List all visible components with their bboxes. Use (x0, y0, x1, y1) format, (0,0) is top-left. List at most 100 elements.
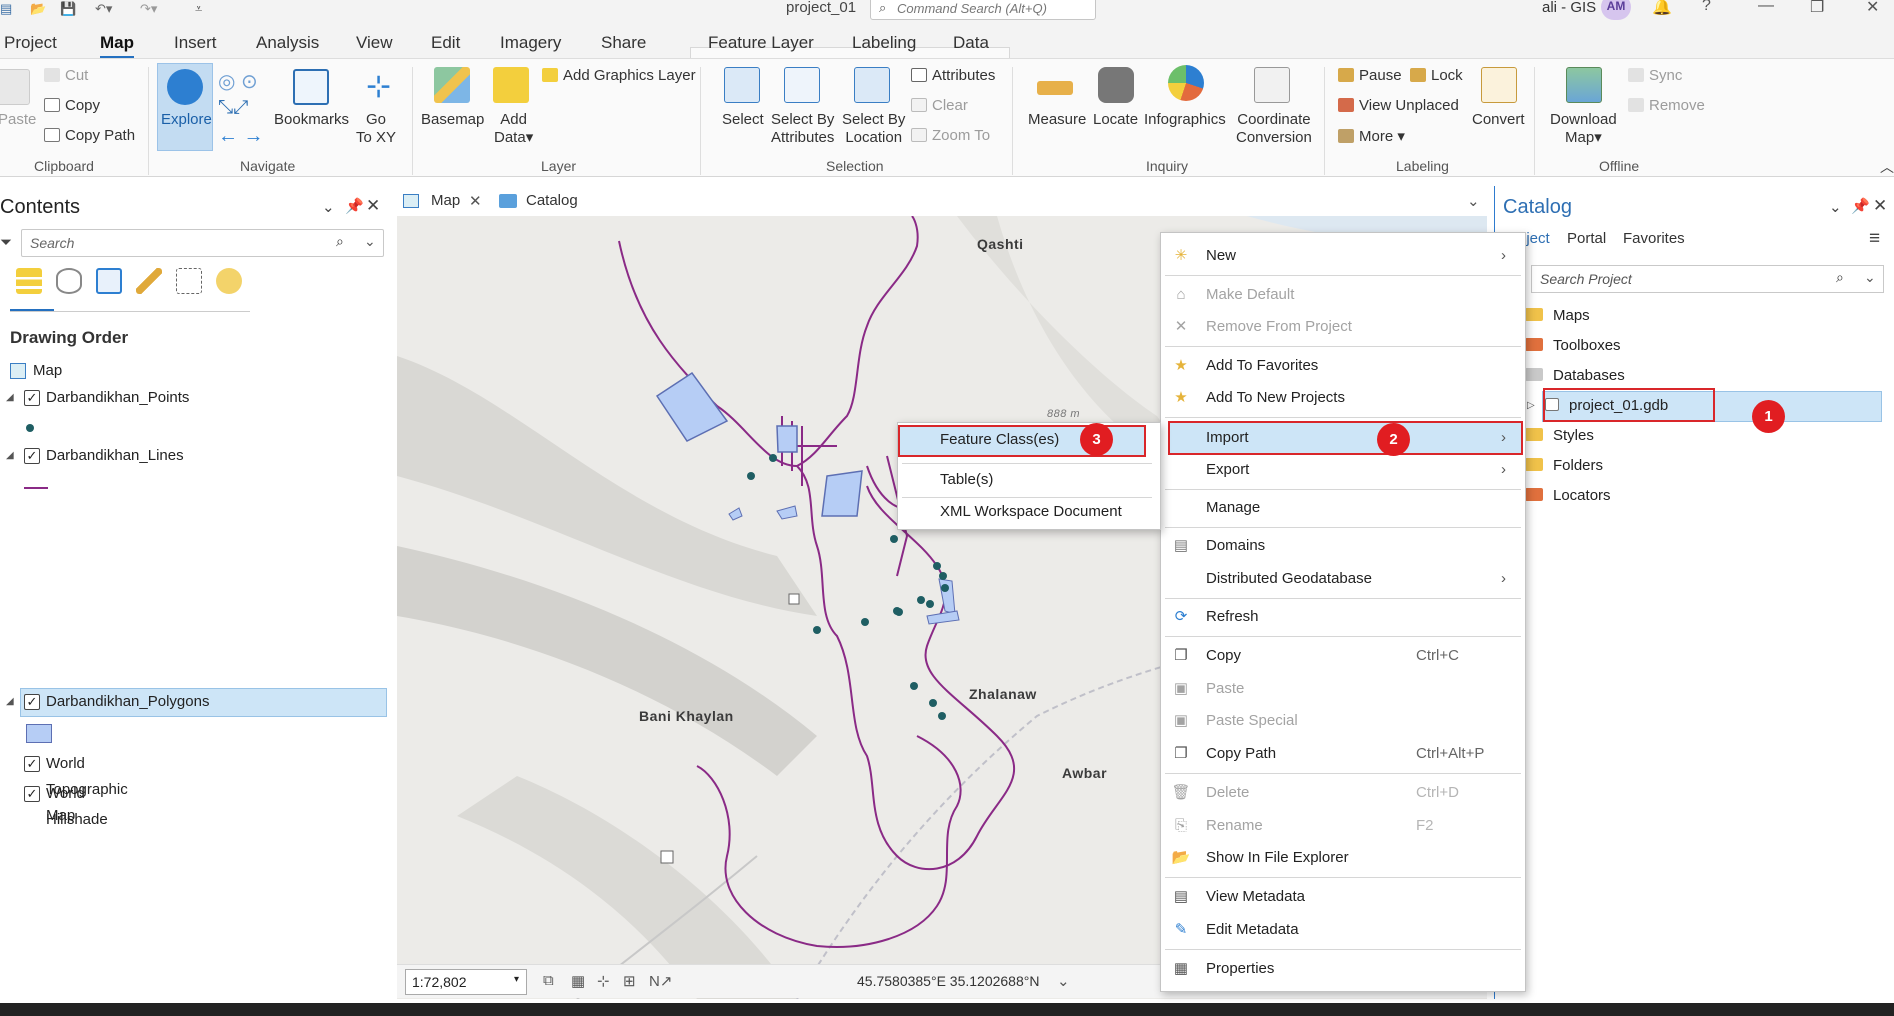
catalog-item-folders[interactable]: Folders (1525, 453, 1603, 479)
copy-button[interactable]: Copy (44, 97, 100, 114)
command-search-input[interactable]: ⌕ Command Search (Alt+Q) (870, 0, 1096, 20)
menu-item-delete[interactable]: 🗑 Delete Ctrl+D (1161, 778, 1525, 808)
snapping-icon[interactable]: ⊹ (597, 972, 610, 990)
close-tab-icon[interactable]: ✕ (469, 192, 482, 210)
visibility-checkbox[interactable]: ✓ (24, 694, 40, 710)
tab-analysis[interactable]: Analysis (256, 33, 319, 53)
submenu-item-tables[interactable]: Table(s) (940, 471, 993, 488)
catalog-item-maps[interactable]: Maps (1525, 303, 1590, 329)
download-map-button[interactable]: Download Map▾ (1550, 111, 1617, 147)
tab-catalog-view[interactable]: Catalog (526, 192, 578, 209)
redo-icon[interactable]: ↷▾ (140, 1, 157, 17)
tab-labeling[interactable]: Labeling (852, 33, 916, 53)
catalog-item-databases[interactable]: Databases (1525, 363, 1625, 389)
menu-item-edit-metadata[interactable]: ✎ Edit Metadata (1161, 915, 1525, 945)
list-by-snapping-icon[interactable] (176, 268, 202, 294)
menu-item-properties[interactable]: ▦ Properties (1161, 954, 1525, 984)
north-arrow-icon[interactable]: N↗ (649, 972, 672, 990)
basemap-button[interactable]: Basemap (421, 111, 484, 128)
collapse-triangle-icon[interactable]: ◢ (6, 443, 14, 469)
list-by-editing-icon[interactable] (136, 268, 162, 294)
list-by-selection-icon[interactable] (96, 268, 122, 294)
chevron-down-icon[interactable]: ⌄ (1864, 269, 1876, 286)
tab-map-view[interactable]: Map (431, 192, 460, 209)
list-by-labeling-icon[interactable] (216, 268, 242, 294)
menu-item-add-to-new-projects[interactable]: ★ Add To New Projects (1161, 383, 1525, 413)
menu-item-domains[interactable]: ▤ Domains (1161, 531, 1525, 561)
pane-options-icon[interactable]: ⌄ (1829, 198, 1842, 216)
menu-item-add-to-favorites[interactable]: ★ Add To Favorites (1161, 351, 1525, 381)
grid-icon[interactable]: ▦ (571, 972, 585, 990)
undo-icon[interactable]: ↶▾ (95, 1, 112, 17)
tab-edit[interactable]: Edit (431, 33, 460, 53)
catalog-search-input[interactable]: Search Project ⌕ ⌄ (1531, 265, 1884, 293)
menu-item-refresh[interactable]: ⟳ Refresh (1161, 602, 1525, 632)
close-pane-icon[interactable]: ✕ (366, 196, 380, 216)
tab-data[interactable]: Data (953, 33, 989, 53)
menu-item-export[interactable]: Export › (1161, 455, 1525, 485)
list-by-drawing-order-icon[interactable] (16, 268, 42, 294)
visibility-checkbox[interactable]: ✓ (24, 448, 40, 464)
coordinate-conversion-button[interactable]: Coordinate Conversion (1236, 111, 1312, 147)
copy-path-button[interactable]: Copy Path (44, 127, 135, 144)
fixed-zoom-icon[interactable]: ⤡⤢ (218, 97, 248, 119)
expand-triangle-icon[interactable]: ▷ (1527, 393, 1535, 419)
menu-item-new[interactable]: ✳ New › (1161, 241, 1525, 271)
bookmarks-button[interactable]: Bookmarks (274, 111, 349, 128)
tab-map[interactable]: Map (100, 33, 134, 59)
menu-item-distributed-geodatabase[interactable]: Distributed Geodatabase › (1161, 564, 1525, 594)
menu-item-manage[interactable]: Manage (1161, 493, 1525, 523)
catalog-item-locators[interactable]: Locators (1525, 483, 1611, 509)
collapse-triangle-icon[interactable]: ◢ (6, 689, 14, 715)
menu-item-copy[interactable]: ❐ Copy Ctrl+C (1161, 641, 1525, 671)
catalog-tab-portal[interactable]: Portal (1567, 230, 1606, 247)
submenu-item-feature-classes[interactable]: Feature Class(es) (940, 431, 1059, 448)
go-to-xy-button[interactable]: Go To XY (356, 111, 396, 147)
pane-options-icon[interactable]: ⌄ (322, 198, 335, 216)
restore-icon[interactable]: ❐ (1810, 0, 1824, 17)
zoom-to-selection-button[interactable]: Zoom To (911, 127, 990, 144)
select-by-location-button[interactable]: Select By Location (842, 111, 905, 147)
full-extent-icon[interactable]: ◎ ⊙ (218, 69, 258, 94)
menu-item-remove-from-project[interactable]: ✕ Remove From Project (1161, 312, 1525, 342)
menu-item-make-default[interactable]: ⌂ Make Default (1161, 280, 1525, 310)
list-by-data-source-icon[interactable] (56, 268, 82, 294)
collapse-ribbon-icon[interactable]: ︿ (1880, 157, 1894, 177)
contents-search-input[interactable]: Search ⌕ ⌄ (21, 229, 384, 257)
catalog-item-project-gdb[interactable]: ▷ project_01.gdb (1527, 393, 1668, 419)
convert-button[interactable]: Convert (1472, 111, 1525, 128)
constraint-icon[interactable]: ⊞ (623, 972, 636, 990)
catalog-tab-favorites[interactable]: Favorites (1623, 230, 1685, 247)
minimize-icon[interactable]: — (1758, 0, 1774, 15)
new-project-icon[interactable]: ▤ (0, 1, 12, 17)
tab-list-chevron-icon[interactable]: ⌄ (1467, 192, 1480, 210)
open-project-icon[interactable]: 📂 (30, 1, 46, 17)
menu-item-import[interactable]: Import › (1161, 423, 1525, 453)
locate-button[interactable]: Locate (1093, 111, 1138, 128)
tab-share[interactable]: Share (601, 33, 646, 53)
menu-item-copy-path[interactable]: ❐ Copy Path Ctrl+Alt+P (1161, 739, 1525, 769)
cut-button[interactable]: Cut (44, 67, 88, 84)
help-icon[interactable]: ? (1702, 0, 1711, 15)
collapse-triangle-icon[interactable]: ◢ (6, 385, 14, 411)
pin-icon[interactable]: 📌 (345, 197, 364, 215)
tab-feature-layer[interactable]: Feature Layer (708, 33, 814, 53)
tab-project[interactable]: Project (4, 33, 57, 53)
menu-item-show-in-file-explorer[interactable]: 📂 Show In File Explorer (1161, 843, 1525, 873)
more-labeling-button[interactable]: More ▾ (1338, 127, 1405, 145)
select-by-attributes-button[interactable]: Select By Attributes (771, 111, 834, 147)
user-name[interactable]: ali - GIS (1542, 0, 1596, 16)
previous-next-extent-icon[interactable]: ← → (218, 125, 264, 148)
menu-item-rename[interactable]: ⎘ Rename F2 (1161, 811, 1525, 841)
select-button[interactable]: Select (722, 111, 764, 128)
clear-selection-button[interactable]: Clear (911, 97, 968, 114)
fixed-zoom-extent-icon[interactable]: ⧉ (543, 972, 554, 989)
tab-view[interactable]: View (356, 33, 393, 53)
avatar[interactable]: AM (1601, 0, 1631, 20)
tab-imagery[interactable]: Imagery (500, 33, 561, 53)
catalog-item-toolboxes[interactable]: Toolboxes (1525, 333, 1621, 359)
chevron-down-icon[interactable]: ⌄ (1057, 972, 1070, 990)
menu-item-paste[interactable]: ▣ Paste (1161, 674, 1525, 704)
add-data-button[interactable]: Add Data▾ (494, 111, 533, 147)
lock-labeling-button[interactable]: Lock (1410, 67, 1463, 84)
